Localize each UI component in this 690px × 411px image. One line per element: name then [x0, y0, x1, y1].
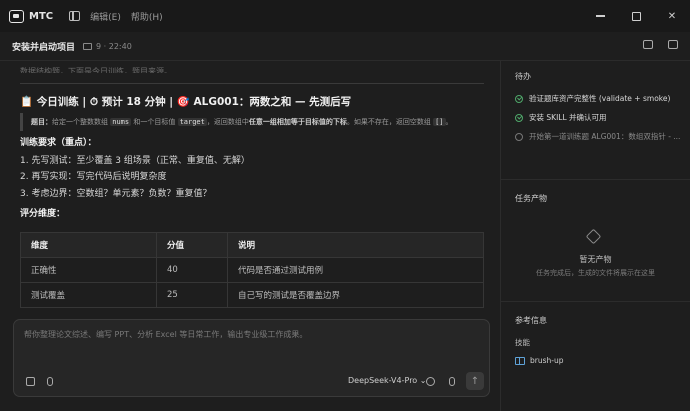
table-row: 正确性 40 代码是否通过测试用例	[20, 257, 484, 283]
requirement-item: 3. 考虑边界：空数组？单元素？负数？重复值？	[20, 189, 212, 199]
table-header: 分值	[156, 232, 228, 258]
table-cell: 正确性	[20, 257, 157, 283]
header-actions	[643, 40, 678, 49]
quote-text-5: 。	[445, 118, 453, 126]
scoring-table: 维度 分值 说明 正确性 40 代码是否通过测试用例 测试覆盖 25 自己写的测…	[20, 232, 484, 308]
quote-text-3: ，返回数组中	[206, 118, 249, 126]
box-icon	[585, 228, 602, 245]
panel-toggle-icon[interactable]	[668, 40, 678, 49]
section-divider	[501, 301, 690, 302]
scoring-label: 评分维度：	[20, 209, 66, 219]
chat-bubble-icon[interactable]	[426, 377, 435, 386]
skill-name: brush-up	[530, 356, 564, 365]
code-target: target	[177, 118, 207, 126]
table-cell: 自己写的测试是否覆盖边界	[227, 282, 484, 308]
close-icon: ✕	[667, 10, 677, 22]
table-cell: 25	[156, 282, 228, 308]
reference-title: 参考信息	[515, 316, 547, 325]
quote-text-1: 给定一个整数数组	[52, 118, 108, 126]
message-input-box[interactable]: 帮你整理论文综述、编写 PPT、分析 Excel 等日常工作，输出专业级工作成果…	[13, 319, 490, 397]
todo-text: 安装 SKILL 并确认可用	[529, 113, 607, 122]
artifacts-title: 任务产物	[515, 194, 547, 203]
folder-icon	[83, 42, 93, 50]
todo-title: 待办	[515, 72, 531, 81]
expand-icon[interactable]	[26, 377, 35, 386]
right-panel: 待办 验证题库资产完整性 (validate + smoke) 安装 SKILL…	[501, 61, 690, 411]
todo-item[interactable]: 验证题库资产完整性 (validate + smoke)	[515, 93, 670, 104]
requirement-item: 1. 先写测试：至少覆盖 3 组场景（正常、重复值、无解）	[20, 156, 250, 166]
send-button[interactable]: ↑	[466, 372, 484, 390]
todo-item[interactable]: 安装 SKILL 并确认可用	[515, 112, 607, 123]
menu-help[interactable]: 帮助(H)	[131, 10, 163, 23]
title-bar: MTC 编辑(E) 帮助(H) ✕	[0, 0, 690, 32]
training-heading: 📋 今日训练 | ⏱ 预计 18 分钟 | 🎯 ALG001：两数之和 — 先测…	[20, 96, 352, 108]
empty-artifacts-subtitle: 任务完成后，生成的文件将展示在这里	[536, 269, 655, 277]
section-divider	[501, 179, 690, 180]
menu-edit[interactable]: 编辑(E)	[90, 10, 121, 23]
book-icon	[515, 356, 525, 365]
table-cell: 测试覆盖	[20, 282, 157, 308]
pending-circle-icon	[515, 132, 523, 141]
window-controls: ✕	[582, 0, 690, 32]
maximize-button[interactable]	[618, 0, 654, 32]
close-button[interactable]: ✕	[654, 0, 690, 32]
attachment-icon[interactable]	[47, 377, 53, 386]
model-selector[interactable]: DeepSeek-V4-Pro ⌄	[348, 376, 426, 385]
todo-item[interactable]: 开始第一道训练题 ALG001：数组双指针 - ...	[515, 131, 680, 142]
todo-text: 开始第一道训练题 ALG001：数组双指针 - ...	[529, 132, 681, 141]
table-row: 测试覆盖 25 自己写的测试是否覆盖边界	[20, 282, 484, 308]
quote-text-4: 。如果不存在，返回空数组	[346, 118, 431, 126]
app-name: MTC	[29, 10, 54, 22]
minimize-button[interactable]	[582, 0, 618, 32]
table-header: 维度	[20, 232, 157, 258]
code-empty-array: []	[433, 118, 446, 126]
maximize-icon	[631, 11, 641, 21]
problem-quote: 题目：给定一个整数数组 nums 和一个目标值 target ，返回数组中任意一组…	[20, 113, 482, 131]
terminal-icon[interactable]	[643, 40, 653, 49]
table-header-row: 维度 分值 说明	[20, 232, 484, 258]
check-circle-icon	[515, 94, 523, 103]
check-circle-icon	[515, 113, 523, 122]
project-meta: 9 · 22:40	[96, 41, 132, 51]
microphone-icon[interactable]	[449, 377, 455, 386]
requirement-item: 2. 再写实现：写完代码后说明复杂度	[20, 172, 167, 182]
requirements-label: 训练要求（重点）：	[20, 138, 97, 148]
skills-label: 技能	[515, 338, 530, 347]
app-logo-icon	[9, 9, 24, 23]
conversation-header: 安装并启动项目 9 · 22:40	[0, 32, 690, 61]
table-cell: 代码是否通过测试用例	[227, 257, 484, 283]
todo-text: 验证题库资产完整性 (validate + smoke)	[529, 94, 671, 103]
quote-label: 题目：	[31, 118, 52, 126]
minimize-icon	[595, 15, 605, 17]
table-cell: 40	[156, 257, 228, 283]
code-nums: nums	[110, 118, 132, 126]
empty-artifacts-title: 暂无产物	[579, 255, 612, 264]
skill-item-brush-up[interactable]: brush-up	[515, 356, 563, 365]
quote-bold: 任意一组相加等于目标值的下标	[248, 118, 347, 126]
sidebar-toggle-icon[interactable]	[69, 11, 81, 21]
divider	[20, 83, 484, 84]
previous-text-line: 数据结构题，下面是今日训练，题目来源。	[20, 67, 172, 73]
quote-text-2: 和一个目标值	[133, 118, 176, 126]
arrow-up-icon: ↑	[470, 375, 480, 387]
project-title: 安装并启动项目	[12, 42, 76, 53]
table-header: 说明	[227, 232, 484, 258]
message-input-placeholder[interactable]: 帮你整理论文综述、编写 PPT、分析 Excel 等日常工作，输出专业级工作成果…	[24, 329, 307, 340]
